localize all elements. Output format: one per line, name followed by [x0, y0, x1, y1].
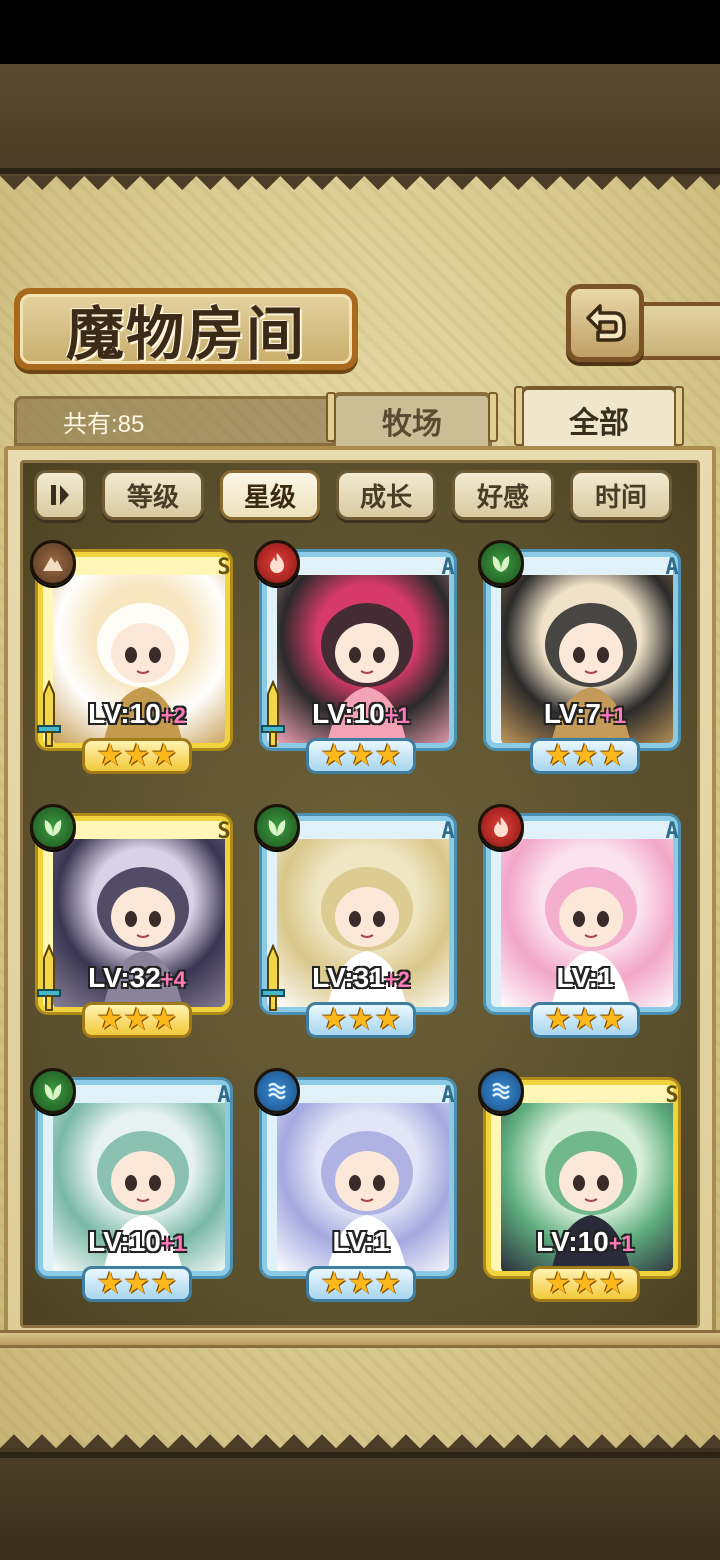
monster-card[interactable]: A LV:1 ★★★	[254, 1068, 464, 1306]
star-rating: ★★★	[82, 738, 192, 774]
rank-badge: S	[217, 818, 231, 844]
top-band	[0, 64, 720, 174]
level-label: LV:10+1	[34, 1226, 240, 1258]
level-bonus: +1	[384, 703, 410, 728]
star-rating: ★★★	[530, 1002, 640, 1038]
sort-level-button[interactable]: 等级	[102, 470, 204, 520]
level-label: LV:10+1	[482, 1226, 688, 1258]
tab-post	[514, 386, 524, 446]
title-plate: 魔物房间	[14, 288, 358, 370]
level-label: LV:1	[482, 962, 688, 994]
monster-card[interactable]: A LV:31+2 ★★★	[254, 804, 464, 1042]
water-icon	[254, 1068, 300, 1114]
level-bonus: +1	[160, 1231, 186, 1256]
sort-time-button[interactable]: 时间	[570, 470, 672, 520]
level-value: LV:1	[556, 962, 614, 993]
sort-star-label: 星级	[243, 482, 296, 513]
sort-star-button[interactable]: 星级	[220, 470, 320, 520]
back-button[interactable]	[566, 284, 644, 362]
sort-order-toggle[interactable]	[34, 470, 86, 520]
rank-badge: A	[665, 554, 679, 580]
level-value: LV:7	[543, 698, 601, 729]
tab-all-label: 全部	[569, 406, 629, 441]
star-rating: ★★★	[530, 738, 640, 774]
tab-all[interactable]: 全部	[514, 386, 684, 454]
leaf-icon	[30, 804, 76, 850]
level-bonus: +1	[608, 1231, 634, 1256]
level-value: LV:10	[536, 1226, 609, 1257]
level-label: LV:7+1	[482, 698, 688, 730]
page-title: 魔物房间	[65, 300, 306, 368]
rank-badge: A	[441, 554, 455, 580]
level-label: LV:10+2	[34, 698, 240, 730]
level-value: LV:1	[332, 1226, 390, 1257]
level-value: LV:10	[88, 698, 161, 729]
star-rating: ★★★	[530, 1266, 640, 1302]
level-value: LV:10	[88, 1226, 161, 1257]
panel-footer-rail	[0, 1330, 720, 1348]
back-arrow-icon	[586, 304, 626, 342]
level-bonus: +2	[384, 967, 410, 992]
monster-card[interactable]: S LV:32+4 ★★★	[30, 804, 240, 1042]
level-label: LV:31+2	[258, 962, 464, 994]
fire-icon	[254, 540, 300, 586]
monster-card[interactable]: A LV:10+1 ★★★	[254, 540, 464, 778]
sort-time-label: 时间	[594, 482, 647, 513]
level-bonus: +2	[160, 703, 186, 728]
rank-badge: A	[217, 1082, 231, 1108]
star-rating: ★★★	[82, 1266, 192, 1302]
tab-post	[674, 386, 684, 446]
level-label: LV:1	[258, 1226, 464, 1258]
star-rating: ★★★	[306, 1266, 416, 1302]
monster-card[interactable]: A LV:7+1 ★★★	[478, 540, 688, 778]
leaf-icon	[478, 540, 524, 586]
monster-card[interactable]: A LV:10+1 ★★★	[30, 1068, 240, 1306]
sort-affection-button[interactable]: 好感	[452, 470, 554, 520]
rank-badge: S	[665, 1082, 679, 1108]
rank-badge: S	[217, 554, 231, 580]
level-label: LV:10+1	[258, 698, 464, 730]
bottom-band	[0, 1452, 720, 1560]
star-rating: ★★★	[82, 1002, 192, 1038]
rank-badge: A	[441, 818, 455, 844]
level-value: LV:32	[88, 962, 161, 993]
monster-count-bar: 共有:85	[14, 396, 344, 446]
zigzag-top-edge	[0, 176, 720, 204]
monster-card[interactable]: A LV:1 ★★★	[478, 804, 688, 1042]
level-bonus: +1	[600, 703, 627, 728]
sort-level-label: 等级	[126, 482, 179, 513]
tab-post	[488, 392, 498, 442]
leaf-icon	[254, 804, 300, 850]
tab-ranch-label: 牧场	[382, 407, 442, 442]
sort-growth-button[interactable]: 成长	[336, 470, 436, 520]
level-bonus: +4	[160, 967, 186, 992]
monster-card[interactable]: S LV:10+1 ★★★	[478, 1068, 688, 1306]
water-icon	[478, 1068, 524, 1114]
leaf-icon	[30, 1068, 76, 1114]
earth-icon	[30, 540, 76, 586]
level-value: LV:31	[312, 962, 385, 993]
fire-icon	[478, 804, 524, 850]
monster-card[interactable]: S LV:10+2 ★★★	[30, 540, 240, 778]
star-rating: ★★★	[306, 738, 416, 774]
sort-affection-label: 好感	[476, 482, 529, 513]
rank-badge: A	[665, 818, 679, 844]
tab-ranch[interactable]: 牧场	[326, 392, 498, 450]
tab-post	[326, 392, 336, 442]
back-button-rail	[640, 302, 720, 360]
zigzag-bottom-edge	[0, 1420, 720, 1448]
status-bar	[0, 0, 720, 64]
monster-count: 共有:85	[63, 410, 145, 438]
rank-badge: A	[441, 1082, 455, 1108]
sort-growth-label: 成长	[359, 482, 412, 513]
star-rating: ★★★	[306, 1002, 416, 1038]
pause-sort-icon	[51, 485, 69, 505]
level-label: LV:32+4	[34, 962, 240, 994]
level-value: LV:10	[312, 698, 385, 729]
